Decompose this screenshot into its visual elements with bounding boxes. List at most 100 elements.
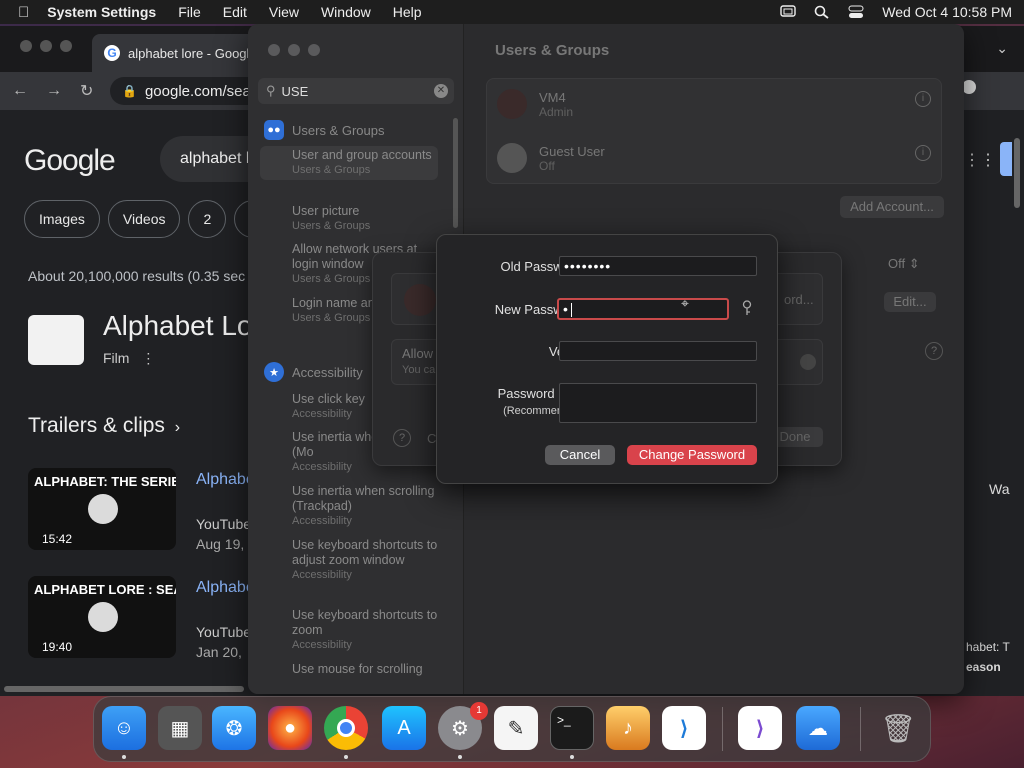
search-result-item[interactable]: User picture Users & Groups (292, 204, 442, 234)
select-value: Off (888, 256, 906, 271)
finder-icon[interactable]: ☺ (102, 706, 146, 750)
sidebar-scrollbar[interactable] (453, 118, 458, 228)
result-category: Accessibility (292, 515, 352, 527)
ibeam-cursor-icon: ⌖ (681, 295, 689, 311)
address-bar-url: google.com/sea (144, 82, 251, 100)
auto-login-select[interactable]: Off ⇕ (888, 256, 920, 272)
search-result-item[interactable]: Use inertia when scrolling (Trackpad) Acc… (292, 484, 442, 529)
apps-grid-icon[interactable]: ⋮⋮ (964, 150, 996, 170)
clear-search-icon[interactable]: ✕ (434, 84, 448, 98)
result-title: Use keyboard shortcuts to zoom (292, 608, 438, 637)
running-indicator (344, 755, 348, 759)
knowledge-panel-title[interactable]: Alphabet Lo (103, 310, 252, 342)
signin-button-edge[interactable] (1000, 142, 1012, 176)
settings-search-value: USE (281, 83, 309, 99)
chip-2[interactable]: 2 (188, 200, 227, 238)
settings-search-field[interactable]: ⚲ USE ✕ (258, 78, 454, 104)
trailers-heading[interactable]: Trailers & clips › (28, 414, 180, 438)
change-password-button-hidden[interactable]: ord... (784, 292, 814, 307)
old-password-field[interactable]: •••••••• (559, 256, 757, 276)
toggle-switch[interactable] (800, 354, 816, 370)
vertical-scrollbar[interactable] (1014, 138, 1020, 208)
menu-clock[interactable]: Wed Oct 4 10:58 PM (882, 4, 1012, 20)
video-link[interactable]: Alphabe (196, 579, 255, 597)
user-avatar (404, 284, 436, 316)
chrome-tab[interactable]: G alphabet lore - Googl (92, 34, 262, 72)
info-icon[interactable]: i (915, 91, 931, 107)
add-account-button[interactable]: Add Account... (840, 196, 944, 218)
lock-icon: 🔒 (122, 84, 137, 98)
search-result-item[interactable]: User and group accounts Users & Groups (260, 146, 438, 180)
chip-videos[interactable]: Videos (107, 200, 181, 238)
result-category: Accessibility (292, 639, 352, 651)
search-result-item[interactable]: Use keyboard shortcuts to adjust zoom wi… (292, 538, 442, 583)
reload-icon[interactable]: ↻ (80, 81, 93, 101)
user-row-guest[interactable]: Guest User Off (497, 143, 605, 173)
info-icon[interactable]: i (915, 145, 931, 161)
minimize-window-button[interactable] (40, 40, 52, 52)
menu-help[interactable]: Help (393, 4, 422, 20)
close-window-button[interactable] (268, 44, 280, 56)
visual-studio-icon[interactable]: ⟩ (738, 706, 782, 750)
apple-menu-icon[interactable]:  (18, 4, 29, 21)
sidebar-section-accessibility[interactable]: ★ Accessibility (264, 362, 363, 382)
profile-avatar-icon[interactable] (962, 80, 976, 94)
knowledge-panel-thumbnail[interactable] (28, 315, 84, 365)
chevron-right-icon: › (174, 419, 181, 436)
close-window-button[interactable] (20, 40, 32, 52)
launchpad-icon[interactable]: ▦ (158, 706, 202, 750)
password-assistant-key-icon[interactable] (741, 300, 753, 316)
user-role: Admin (539, 104, 574, 119)
sheet-c-button[interactable]: C (427, 431, 436, 446)
sidebar-section-users-groups[interactable]: ●● Users & Groups (264, 120, 384, 140)
menu-view[interactable]: View (269, 4, 299, 20)
trash-icon[interactable]: 🗑 (876, 706, 920, 750)
vscode-icon[interactable]: ⟩ (662, 706, 706, 750)
search-result-item[interactable]: Use mouse for scrolling (292, 662, 442, 677)
more-options-icon[interactable]: ⋮ (141, 350, 155, 366)
verify-field[interactable] (559, 341, 757, 361)
zoom-window-button[interactable] (308, 44, 320, 56)
google-logo[interactable]: Google (24, 144, 116, 178)
search-icon: ⚲ (266, 83, 276, 98)
horizontal-scrollbar[interactable] (4, 686, 244, 692)
menu-window[interactable]: Window (321, 4, 371, 20)
cancel-button[interactable]: Cancel (545, 445, 615, 465)
app-store-icon[interactable]: A (382, 706, 426, 750)
weather-icon[interactable]: ☁ (796, 706, 840, 750)
control-center-icon[interactable] (848, 5, 864, 19)
new-password-field[interactable]: • (557, 298, 729, 320)
chip-images[interactable]: Images (24, 200, 100, 238)
safari-icon[interactable]: ❂ (212, 706, 256, 750)
video-thumbnail[interactable]: ALPHABET LORE : SEASON 19:40 (28, 576, 176, 658)
forward-arrow-icon[interactable]: → (46, 82, 62, 100)
firefox-icon[interactable]: ● (268, 706, 312, 750)
zoom-window-button[interactable] (60, 40, 72, 52)
user-row-vm4[interactable]: VM4 Admin (497, 89, 573, 119)
video-link[interactable]: Alphabe (196, 471, 255, 489)
garageband-icon[interactable]: ♪ (606, 706, 650, 750)
video-thumbnail[interactable]: ALPHABET: THE SERIES 15:42 (28, 468, 176, 550)
textedit-icon[interactable]: ✎ (494, 706, 538, 750)
menu-app-name[interactable]: System Settings (47, 4, 156, 20)
menu-edit[interactable]: Edit (223, 4, 247, 20)
result-category: Users & Groups (292, 220, 371, 232)
edit-button[interactable]: Edit... (884, 292, 936, 312)
help-icon[interactable]: ? (393, 429, 411, 447)
right-result-text: eason (966, 660, 1001, 674)
password-hint-field[interactable] (559, 383, 757, 423)
result-title: User and group accounts (292, 148, 432, 162)
running-indicator (570, 755, 574, 759)
terminal-icon[interactable]: >_ (550, 706, 594, 750)
chrome-icon[interactable] (324, 706, 368, 750)
spotlight-search-icon[interactable] (814, 5, 830, 19)
back-arrow-icon[interactable]: ← (12, 82, 28, 100)
minimize-window-button[interactable] (288, 44, 300, 56)
search-result-item[interactable]: Use keyboard shortcuts to zoom Accessibil… (292, 608, 442, 653)
screen-mirroring-icon[interactable] (780, 5, 796, 19)
change-password-button[interactable]: Change Password (627, 445, 757, 465)
new-password-value: • (563, 301, 569, 317)
tab-search-chevron-icon[interactable]: ⌄ (996, 40, 1008, 57)
help-icon[interactable]: ? (925, 342, 943, 360)
menu-file[interactable]: File (178, 4, 201, 20)
